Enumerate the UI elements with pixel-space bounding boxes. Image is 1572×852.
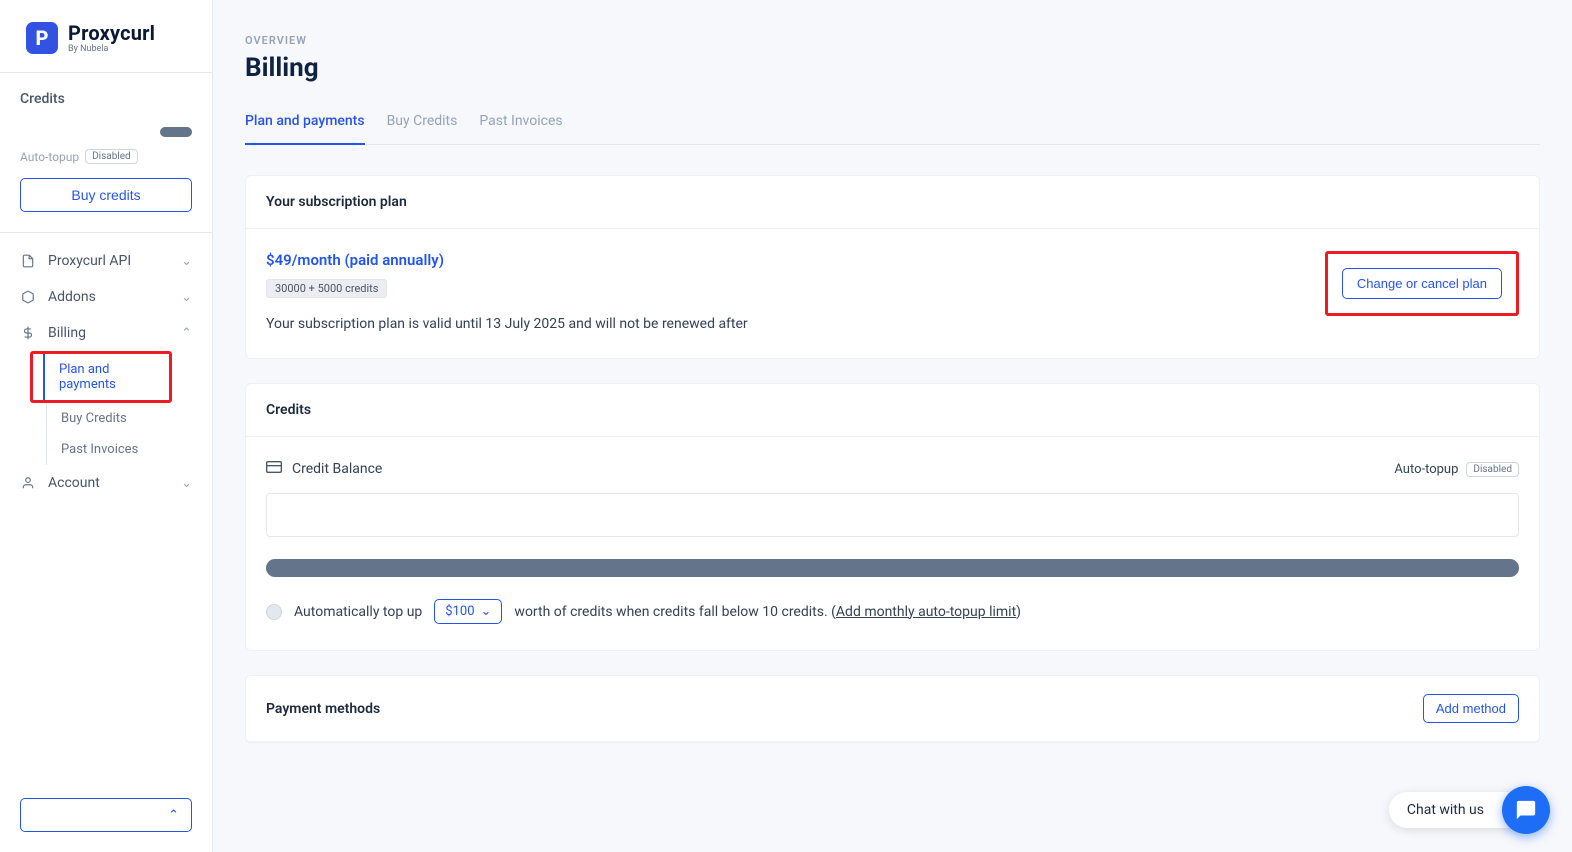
auto-topup-prefix: Automatically top up	[294, 604, 422, 620]
dollar-icon	[20, 326, 36, 340]
change-cancel-plan-button[interactable]: Change or cancel plan	[1342, 268, 1502, 299]
chevron-up-icon: ⌃	[168, 808, 179, 823]
subscription-card: Your subscription plan $49/month (paid a…	[245, 175, 1540, 359]
nav-billing-label: Billing	[48, 325, 86, 341]
main-content: OVERVIEW Billing Plan and payments Buy C…	[213, 0, 1572, 852]
credit-card-icon	[266, 459, 282, 479]
brand-title: Proxycurl	[68, 23, 155, 43]
credits-summary: Credits Auto-topup Disabled Buy credits	[0, 73, 212, 233]
credits-auto-topup-status: Disabled	[1466, 462, 1519, 477]
sidebar-nav: Proxycurl API ⌄ Addons ⌄ Billing ⌃ Plan …	[0, 233, 212, 784]
nav-proxycurl-api-label: Proxycurl API	[48, 253, 131, 269]
page-title: Billing	[245, 53, 1540, 83]
payment-methods-card: Payment methods Add method	[245, 675, 1540, 743]
auto-topup-row: Automatically top up $100 ⌄ worth of cre…	[266, 599, 1519, 624]
chevron-down-icon: ⌄	[481, 604, 492, 619]
chevron-down-icon: ⌄	[181, 290, 192, 305]
tab-plan-payments[interactable]: Plan and payments	[245, 103, 365, 145]
document-icon	[20, 254, 36, 268]
auto-topup-amount-select[interactable]: $100 ⌄	[434, 599, 502, 624]
auto-topup-amount: $100	[445, 604, 474, 619]
auto-topup-suffix: worth of credits when credits fall below…	[514, 604, 836, 620]
brand-logo[interactable]: P Proxycurl By Nubela	[0, 0, 212, 73]
plan-credits-chip: 30000 + 5000 credits	[266, 279, 387, 298]
credit-balance-label: Credit Balance	[266, 459, 382, 479]
payment-methods-header: Payment methods	[266, 701, 380, 717]
credits-usage-fill	[160, 127, 192, 137]
sidebar-auto-topup-status: Disabled	[85, 149, 138, 164]
credit-usage-bar	[266, 559, 1519, 577]
sidebar-auto-topup-label: Auto-topup	[20, 150, 79, 164]
overview-eyebrow: OVERVIEW	[245, 34, 1540, 47]
credits-auto-topup: Auto-topup Disabled	[1394, 462, 1519, 477]
credit-balance-display	[266, 493, 1519, 537]
credits-card-header: Credits	[246, 384, 1539, 437]
brand-tagline: By Nubela	[68, 45, 155, 54]
user-icon	[20, 476, 36, 490]
credits-card: Credits Credit Balance Auto-topup Disabl…	[245, 383, 1540, 651]
add-monthly-limit-link[interactable]: Add monthly auto-topup limit	[836, 604, 1016, 620]
chevron-down-icon: ⌄	[181, 254, 192, 269]
sidebar-auto-topup: Auto-topup Disabled	[20, 149, 192, 164]
chevron-up-icon: ⌃	[181, 326, 192, 341]
nav-addons[interactable]: Addons ⌄	[0, 279, 212, 315]
chevron-down-icon: ⌄	[181, 476, 192, 491]
sidebar-buy-credits-button[interactable]: Buy credits	[20, 178, 192, 212]
tab-past-invoices[interactable]: Past Invoices	[479, 103, 562, 145]
credits-label: Credits	[20, 91, 192, 107]
subnav-past-invoices[interactable]: Past Invoices	[46, 434, 212, 465]
tabs: Plan and payments Buy Credits Past Invoi…	[245, 103, 1540, 145]
subnav-plan-payments[interactable]: Plan and payments	[43, 354, 169, 400]
brand-mark-icon: P	[26, 22, 58, 54]
auto-topup-close: )	[1016, 604, 1021, 620]
subnav-buy-credits[interactable]: Buy Credits	[46, 403, 212, 434]
nav-proxycurl-api[interactable]: Proxycurl API ⌄	[0, 243, 212, 279]
subscription-card-header: Your subscription plan	[246, 176, 1539, 229]
footer-selector[interactable]: ⌃	[20, 798, 192, 832]
plan-validity-text: Your subscription plan is valid until 13…	[266, 316, 748, 332]
chat-widget: Chat with us	[1389, 786, 1550, 834]
nav-account[interactable]: Account ⌄	[0, 465, 212, 501]
brand-text: Proxycurl By Nubela	[68, 23, 155, 54]
nav-account-label: Account	[48, 475, 100, 491]
chat-icon	[1515, 799, 1537, 821]
credits-auto-topup-label: Auto-topup	[1394, 462, 1458, 477]
sidebar: P Proxycurl By Nubela Credits Auto-topup…	[0, 0, 213, 852]
credits-usage-bar	[160, 127, 192, 137]
subnav-plan-payments-highlight: Plan and payments	[30, 351, 172, 403]
nav-billing[interactable]: Billing ⌃	[0, 315, 212, 351]
tab-buy-credits[interactable]: Buy Credits	[387, 103, 458, 145]
change-plan-highlight: Change or cancel plan	[1325, 251, 1519, 316]
credit-balance-text: Credit Balance	[292, 461, 382, 477]
add-payment-method-button[interactable]: Add method	[1423, 694, 1519, 723]
plan-price-link[interactable]: $49/month (paid annually)	[266, 251, 748, 269]
nav-addons-label: Addons	[48, 289, 96, 305]
chat-fab-button[interactable]	[1502, 786, 1550, 834]
plan-info: $49/month (paid annually) 30000 + 5000 c…	[266, 251, 748, 332]
box-icon	[20, 290, 36, 304]
sidebar-footer: ⌃	[0, 784, 212, 852]
auto-topup-toggle[interactable]	[266, 604, 282, 620]
